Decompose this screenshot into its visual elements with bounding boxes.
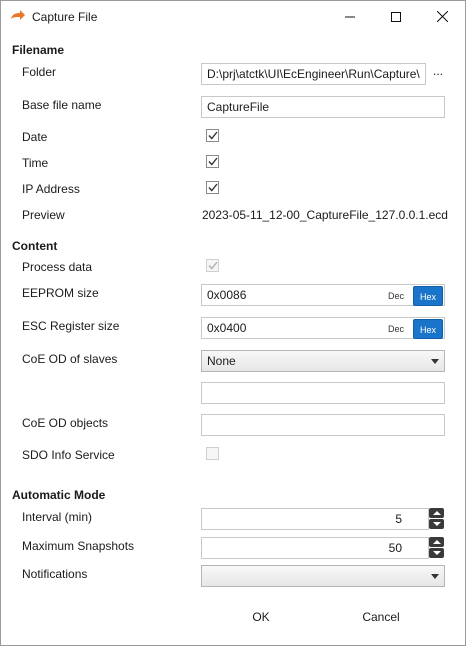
interval-spinner [429,508,444,529]
cancel-button[interactable]: Cancel [346,605,416,629]
checkmark-icon [207,131,218,140]
checkmark-icon [207,183,218,192]
max-snapshots-decrement-button[interactable] [429,548,444,558]
process-data-checkbox [206,259,219,272]
chevron-down-icon [431,574,439,579]
capture-file-dialog: Capture File Filename Folder D:\prj\atct… [0,0,466,646]
ip-address-checkbox[interactable] [206,181,219,194]
preview-value: 2023-05-11_12-00_CaptureFile_127.0.0.1.e… [202,208,448,222]
base-file-name-label: Base file name [22,98,102,112]
automatic-mode-heading: Automatic Mode [12,488,106,502]
title-bar: Capture File [1,1,465,32]
coe-od-slaves-extra-field[interactable] [201,382,445,404]
preview-label: Preview [22,208,65,222]
arrow-down-icon [432,551,441,555]
coe-od-slaves-dropdown[interactable]: None [201,350,445,372]
esc-dec-toggle[interactable]: Dec [382,319,410,339]
content-heading: Content [12,239,58,253]
notifications-dropdown[interactable] [201,565,445,587]
sdo-info-service-label: SDO Info Service [22,448,115,462]
arrow-down-icon [432,522,441,526]
eeprom-size-label: EEPROM size [22,286,99,300]
checkmark-icon [207,157,218,166]
maximize-button[interactable] [373,1,419,32]
coe-od-slaves-value: None [207,354,236,368]
ok-button[interactable]: OK [231,605,291,629]
interval-input[interactable]: 5 [201,508,429,530]
chevron-down-icon [431,359,439,364]
filename-heading: Filename [12,43,65,57]
process-data-label: Process data [22,260,93,274]
ip-address-label: IP Address [22,182,80,196]
minimize-icon [345,16,355,17]
interval-increment-button[interactable] [429,508,444,518]
max-snapshots-spinner [429,537,444,558]
time-checkbox[interactable] [206,155,219,168]
esc-register-size-value: 0x0400 [207,321,247,335]
date-checkbox[interactable] [206,129,219,142]
eeprom-hex-toggle[interactable]: Hex [413,286,443,306]
eeprom-dec-toggle[interactable]: Dec [382,286,410,306]
max-snapshots-increment-button[interactable] [429,537,444,547]
base-file-name-field[interactable]: CaptureFile [201,96,445,118]
arrow-up-icon [432,511,441,515]
arrow-up-icon [432,540,441,544]
interval-decrement-button[interactable] [429,519,444,529]
close-button[interactable] [419,1,465,32]
coe-od-objects-label: CoE OD objects [22,416,109,430]
browse-folder-button[interactable]: ... [433,64,443,78]
date-label: Date [22,130,48,144]
esc-hex-toggle[interactable]: Hex [413,319,443,339]
maximize-icon [391,11,401,22]
max-snapshots-label: Maximum Snapshots [22,539,135,553]
esc-register-size-label: ESC Register size [22,319,120,333]
window-title: Capture File [32,10,98,24]
sdo-info-service-checkbox [206,447,219,460]
interval-label: Interval (min) [22,510,93,524]
eeprom-size-value: 0x0086 [207,288,247,302]
notifications-label: Notifications [22,567,88,581]
coe-od-slaves-label: CoE OD of slaves [22,352,118,366]
capture-arrow-icon [11,10,25,20]
minimize-button[interactable] [327,1,373,32]
checkmark-icon [207,261,218,270]
time-label: Time [22,156,49,170]
max-snapshots-input[interactable]: 50 [201,537,429,559]
close-icon [436,11,448,22]
folder-label: Folder [22,65,57,79]
folder-field[interactable]: D:\prj\atctk\UI\EcEngineer\Run\Capture\ [201,63,426,85]
coe-od-objects-field[interactable] [201,414,445,436]
